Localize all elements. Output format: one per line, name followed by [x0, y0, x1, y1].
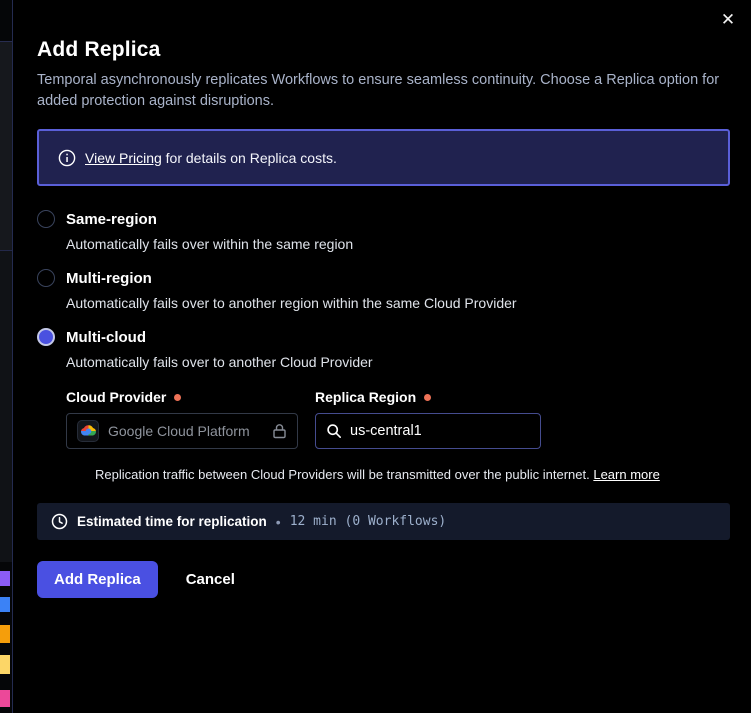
- view-pricing-link[interactable]: View Pricing: [85, 150, 162, 166]
- cloud-provider-select[interactable]: Google Cloud Platform: [66, 413, 298, 449]
- radio-same-region[interactable]: Same-region: [37, 210, 730, 228]
- option-label: Same-region: [66, 211, 157, 228]
- replica-region-label: Replica Region: [315, 389, 431, 405]
- pricing-banner-text: View Pricing for details on Replica cost…: [85, 150, 337, 166]
- cloud-provider-label: Cloud Provider: [66, 389, 315, 405]
- gcp-logo-icon: [77, 420, 99, 442]
- lock-icon: [272, 423, 287, 439]
- background-page-edge: [0, 0, 13, 713]
- replica-region-field[interactable]: [315, 413, 541, 449]
- option-label: Multi-region: [66, 270, 152, 287]
- field-label-text: Cloud Provider: [66, 389, 166, 405]
- page-title: Add Replica: [37, 0, 730, 62]
- cloud-provider-value: Google Cloud Platform: [108, 423, 263, 439]
- multi-cloud-form: Cloud Provider Replica Region: [66, 389, 730, 482]
- required-dot-icon: [174, 394, 181, 401]
- learn-more-link[interactable]: Learn more: [593, 467, 659, 482]
- note-text: Replication traffic between Cloud Provid…: [95, 467, 593, 482]
- modal-description: Temporal asynchronously replicates Workf…: [37, 70, 727, 112]
- rail-color-swatch: [0, 571, 10, 586]
- estimate-label: Estimated time for replication: [77, 514, 267, 529]
- modal-actions: Add Replica Cancel: [37, 561, 730, 598]
- rail-color-swatch: [0, 690, 10, 707]
- public-internet-note: Replication traffic between Cloud Provid…: [95, 467, 730, 482]
- rail-block: [0, 42, 12, 250]
- add-replica-modal: ✕ Add Replica Temporal asynchronously re…: [13, 0, 751, 713]
- estimate-separator: •: [276, 514, 281, 530]
- add-replica-button[interactable]: Add Replica: [37, 561, 158, 598]
- radio-selected-icon[interactable]: [37, 328, 55, 346]
- radio-unselected-icon[interactable]: [37, 210, 55, 228]
- option-description: Automatically fails over to another Clou…: [66, 354, 730, 370]
- field-label-text: Replica Region: [315, 389, 416, 405]
- option-multi-region: Multi-region Automatically fails over to…: [37, 269, 730, 311]
- replica-region-input[interactable]: [350, 423, 510, 439]
- replica-option-list: Same-region Automatically fails over wit…: [37, 210, 730, 482]
- estimate-value: 12 min (0 Workflows): [290, 514, 447, 529]
- option-description: Automatically fails over within the same…: [66, 236, 730, 252]
- estimated-time-banner: Estimated time for replication • 12 min …: [37, 503, 730, 540]
- rail-block: [0, 251, 12, 562]
- rail-color-swatch: [0, 625, 10, 643]
- info-circle-icon: [58, 149, 76, 167]
- option-same-region: Same-region Automatically fails over wit…: [37, 210, 730, 252]
- pricing-info-banner: View Pricing for details on Replica cost…: [37, 129, 730, 186]
- rail-color-swatch: [0, 655, 10, 674]
- option-label: Multi-cloud: [66, 329, 146, 346]
- pricing-banner-rest: for details on Replica costs.: [162, 150, 337, 166]
- cancel-button[interactable]: Cancel: [186, 571, 235, 588]
- close-icon[interactable]: ✕: [714, 6, 742, 34]
- option-multi-cloud: Multi-cloud Automatically fails over to …: [37, 328, 730, 482]
- option-description: Automatically fails over to another regi…: [66, 295, 730, 311]
- radio-unselected-icon[interactable]: [37, 269, 55, 287]
- radio-multi-region[interactable]: Multi-region: [37, 269, 730, 287]
- radio-multi-cloud[interactable]: Multi-cloud: [37, 328, 730, 346]
- required-dot-icon: [424, 394, 431, 401]
- search-icon: [326, 423, 342, 439]
- clock-icon: [51, 513, 68, 530]
- rail-color-swatch: [0, 597, 10, 612]
